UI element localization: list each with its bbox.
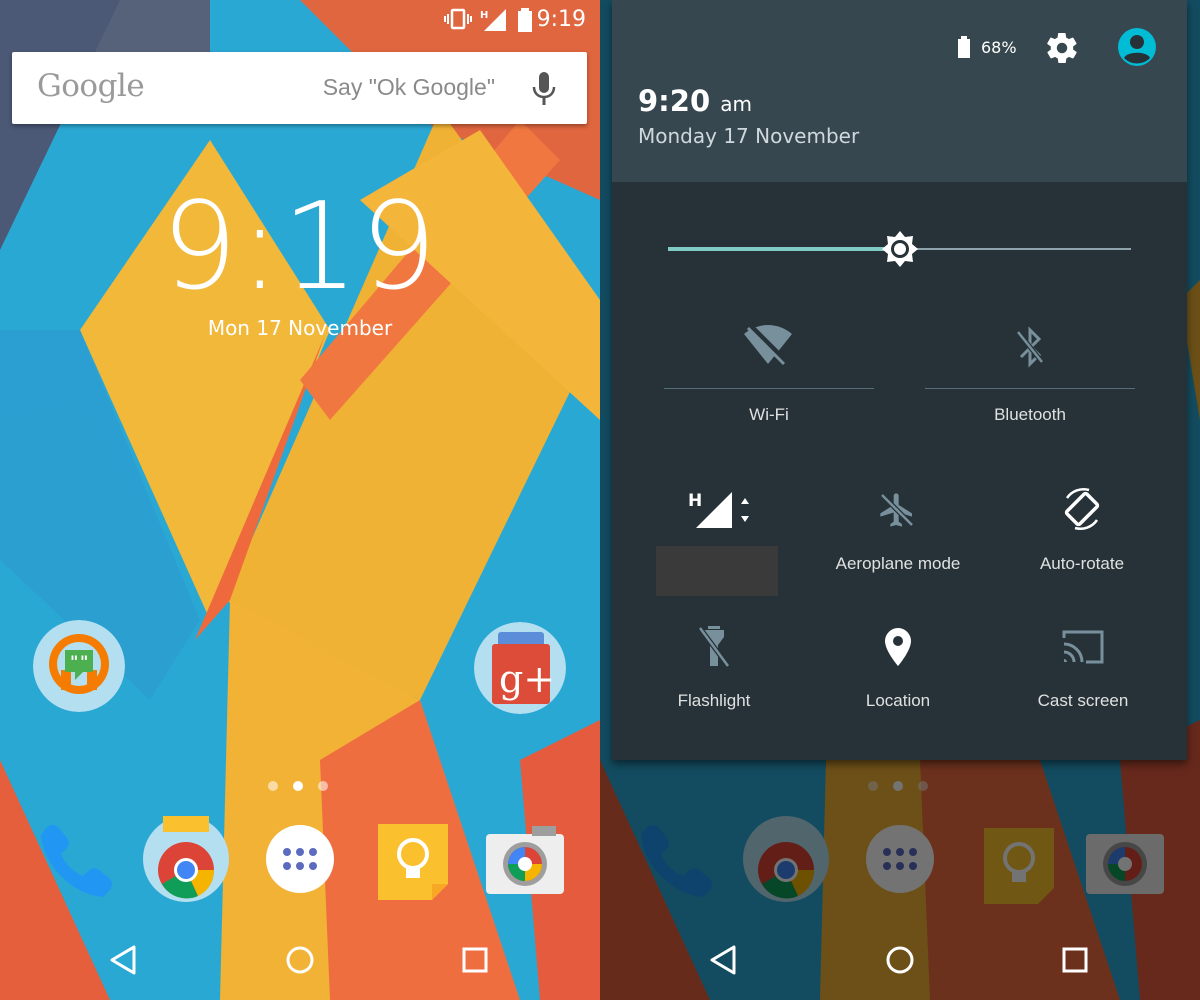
brightness-slider-fill — [668, 247, 900, 251]
page-dot — [268, 781, 278, 791]
recents-icon[interactable] — [457, 942, 493, 978]
flashlight-label[interactable]: Flashlight — [644, 691, 784, 711]
brightness-thumb-icon[interactable] — [880, 229, 920, 269]
hangouts-icon[interactable]: " " — [33, 620, 125, 712]
svg-text:H: H — [480, 10, 488, 21]
google-search-bar[interactable]: Google Say "Ok Google" — [12, 52, 587, 124]
quick-settings-screen: 68% 9:20 am Monday 17 November Wi-Fi Blu… — [600, 0, 1200, 1000]
clock-date: Mon 17 November — [207, 316, 393, 340]
wifi-divider — [664, 388, 874, 389]
cast-screen-icon[interactable] — [1060, 628, 1106, 666]
flashlight-icon[interactable] — [698, 626, 730, 668]
page-indicator — [268, 776, 343, 795]
svg-text:": " — [70, 652, 78, 671]
google-plus-icon[interactable]: g+ — [474, 622, 566, 714]
svg-text:": " — [80, 652, 88, 671]
auto-rotate-label[interactable]: Auto-rotate — [998, 554, 1166, 574]
header-time-value: 9:20 — [638, 84, 711, 118]
navigation-bar — [0, 920, 600, 1000]
svg-text:H: H — [688, 491, 702, 511]
bluetooth-label[interactable]: Bluetooth — [925, 405, 1135, 425]
recents-icon[interactable] — [1057, 942, 1093, 978]
location-label[interactable]: Location — [828, 691, 968, 711]
battery-icon — [518, 8, 532, 32]
battery-icon[interactable] — [957, 36, 971, 58]
search-hint: Say "Ok Google" — [322, 74, 495, 100]
page-dot-active — [293, 781, 303, 791]
auto-rotate-icon[interactable] — [1059, 486, 1105, 532]
airplane-icon[interactable] — [877, 490, 917, 530]
status-bar: H 9:19 — [0, 0, 600, 40]
keep-icon[interactable] — [370, 820, 456, 906]
wifi-off-icon[interactable] — [742, 322, 794, 366]
header-time: 9:20 am — [638, 84, 752, 118]
microphone-icon[interactable] — [531, 72, 557, 106]
chrome-icon[interactable] — [143, 816, 229, 902]
home-icon[interactable] — [882, 942, 918, 978]
cast-screen-label[interactable]: Cast screen — [1008, 691, 1158, 711]
header-ampm: am — [720, 92, 752, 116]
aeroplane-mode-label[interactable]: Aeroplane mode — [808, 554, 988, 574]
mobile-data-label-redacted — [656, 546, 778, 596]
battery-percent: 68% — [981, 38, 1017, 57]
vibrate-icon — [444, 8, 472, 30]
google-logo: Google — [37, 68, 145, 104]
status-time: 9:19 — [536, 7, 586, 32]
location-pin-icon[interactable] — [883, 626, 913, 668]
h-signal-icon: H — [480, 9, 506, 31]
bluetooth-divider — [925, 388, 1135, 389]
navigation-bar — [600, 920, 1200, 1000]
back-icon[interactable] — [106, 942, 142, 978]
home-screen: H 9:19 Google Say "Ok Google" 9:19 Mon 1… — [0, 0, 600, 1000]
page-dot — [318, 781, 328, 791]
account-avatar-icon[interactable] — [1117, 27, 1157, 67]
mobile-data-icon[interactable]: H — [686, 488, 752, 530]
settings-gear-icon[interactable] — [1044, 30, 1080, 66]
bluetooth-off-icon[interactable] — [1015, 326, 1045, 368]
svg-text:g+: g+ — [499, 657, 555, 701]
app-drawer-icon[interactable] — [257, 816, 343, 902]
quick-settings-header: 68% 9:20 am Monday 17 November — [612, 0, 1187, 182]
camera-icon[interactable] — [482, 820, 568, 906]
quick-settings-panel: 68% 9:20 am Monday 17 November Wi-Fi Blu… — [612, 0, 1187, 760]
clock-widget[interactable]: 9:19 — [0, 178, 600, 317]
header-date[interactable]: Monday 17 November — [638, 124, 859, 148]
home-icon[interactable] — [282, 942, 318, 978]
wifi-label[interactable]: Wi-Fi — [664, 405, 874, 425]
back-icon[interactable] — [706, 942, 742, 978]
phone-icon[interactable] — [36, 820, 122, 906]
